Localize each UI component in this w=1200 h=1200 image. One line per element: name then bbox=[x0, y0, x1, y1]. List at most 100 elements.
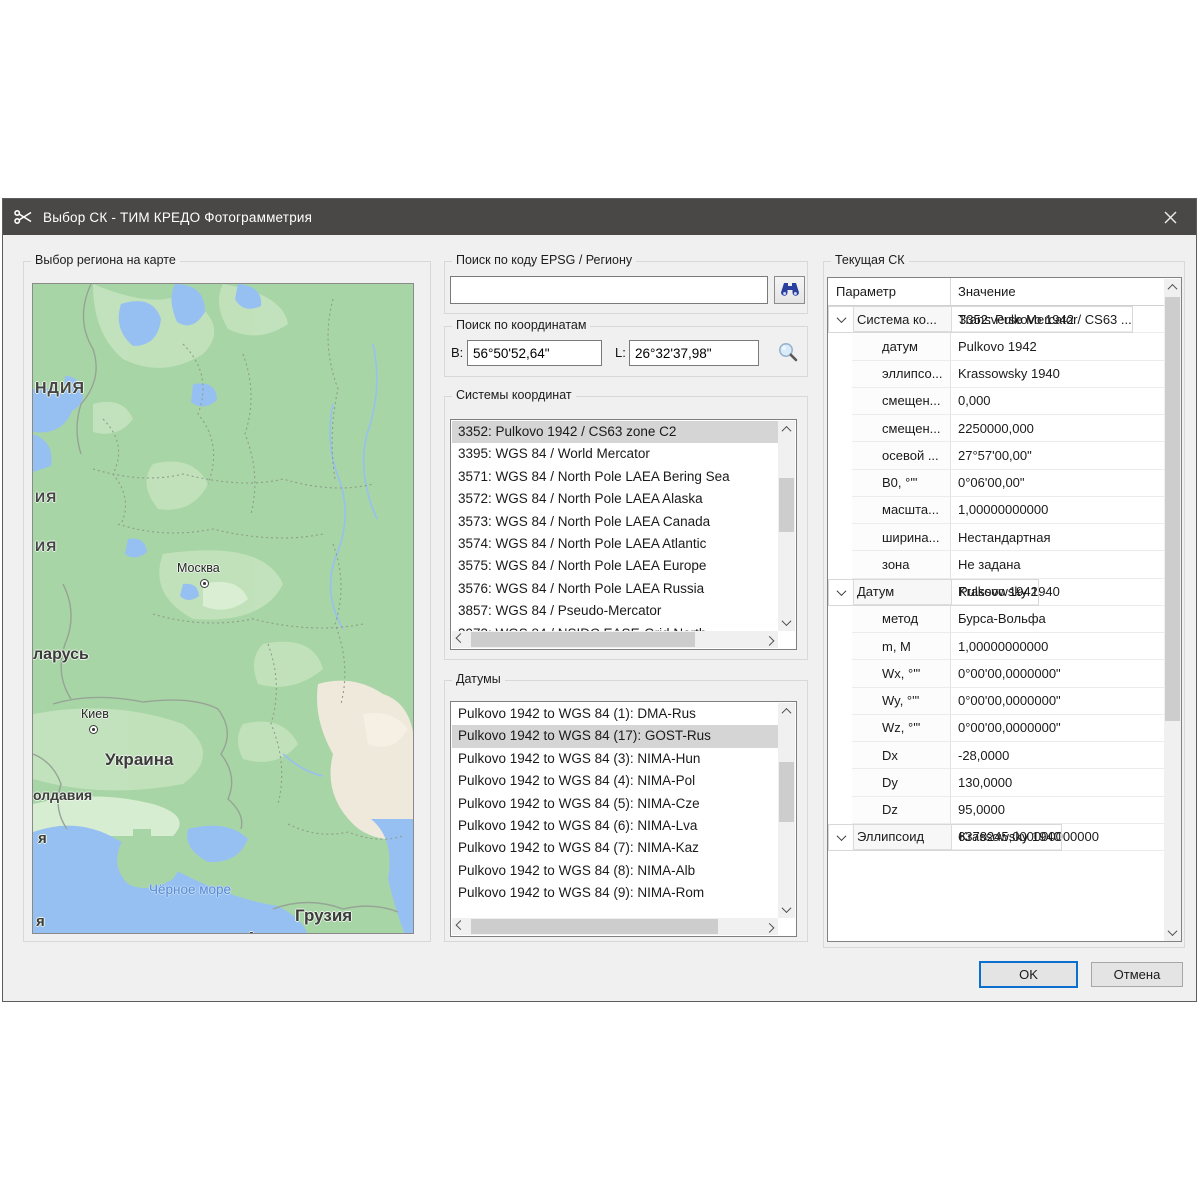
table-row[interactable]: осевой ...27°57'00,00" bbox=[828, 442, 1164, 469]
list-item[interactable]: Pulkovo 1942 to WGS 84 (1): DMA-Rus bbox=[452, 703, 778, 725]
table-row[interactable]: B0, °'"0°06'00,00" bbox=[828, 470, 1164, 497]
scroll-up-icon[interactable] bbox=[778, 421, 795, 438]
expander-chevron-icon[interactable] bbox=[829, 307, 853, 332]
list-item[interactable]: Pulkovo 1942 to WGS 84 (9): NIMA-Rom bbox=[452, 882, 778, 904]
coordinate-systems-list[interactable]: 3352: Pulkovo 1942 / CS63 zone C23395: W… bbox=[450, 419, 797, 650]
table-vscroll-thumb[interactable] bbox=[1165, 297, 1180, 721]
table-vscrollbar[interactable] bbox=[1164, 279, 1181, 941]
scroll-down-icon[interactable] bbox=[778, 614, 795, 631]
list-item[interactable]: Pulkovo 1942 to WGS 84 (8): NIMA-Alb bbox=[452, 860, 778, 882]
expander-spacer bbox=[828, 333, 852, 360]
scroll-down-icon[interactable] bbox=[778, 901, 795, 918]
table-row[interactable]: ДатумPulkovo 1942 bbox=[828, 579, 1039, 606]
list-item[interactable]: 3573: WGS 84 / North Pole LAEA Canada bbox=[452, 511, 778, 533]
table-row[interactable]: Wx, °'"0°00'00,0000000" bbox=[828, 660, 1164, 687]
list-item[interactable]: Pulkovo 1942 to WGS 84 (6): NIMA-Lva bbox=[452, 815, 778, 837]
expander-spacer bbox=[828, 415, 852, 442]
value-cell: Krassowsky 1940 bbox=[951, 361, 1164, 388]
table-row[interactable]: Wz, °'"0°00'00,0000000" bbox=[828, 715, 1164, 742]
map-label-belarus: ларусь bbox=[33, 646, 89, 664]
title-bar[interactable]: Выбор СК - ТИМ КРЕДО Фотограмметрия bbox=[3, 199, 1196, 235]
value-cell: 1,00000000000 bbox=[951, 633, 1164, 660]
cancel-button[interactable]: Отмена bbox=[1091, 962, 1183, 987]
value-cell: Бурса-Вольфа bbox=[951, 606, 1164, 633]
expander-chevron-icon[interactable] bbox=[829, 580, 853, 605]
scroll-right-icon[interactable] bbox=[761, 631, 778, 648]
scroll-right-icon[interactable] bbox=[761, 918, 778, 935]
list-item[interactable]: 3572: WGS 84 / North Pole LAEA Alaska bbox=[452, 488, 778, 510]
table-row[interactable]: масшта...1,00000000000 bbox=[828, 497, 1164, 524]
datums-hscroll-thumb[interactable] bbox=[471, 919, 718, 934]
table-row[interactable]: Dx-28,0000 bbox=[828, 742, 1164, 769]
param-cell: Dx bbox=[852, 742, 951, 769]
epsg-search-button[interactable] bbox=[774, 276, 805, 304]
list-item[interactable]: 3575: WGS 84 / North Pole LAEA Europe bbox=[452, 555, 778, 577]
table-row[interactable]: Wy, °'"0°00'00,0000000" bbox=[828, 688, 1164, 715]
list-item[interactable]: Pulkovo 1942 to WGS 84 (4): NIMA-Pol bbox=[452, 770, 778, 792]
expander-spacer bbox=[828, 551, 852, 578]
datums-vscroll-thumb[interactable] bbox=[779, 762, 794, 822]
table-row[interactable]: смещен...0,000 bbox=[828, 388, 1164, 415]
scroll-up-icon[interactable] bbox=[1164, 279, 1181, 296]
systems-hscrollbar[interactable] bbox=[452, 631, 778, 648]
list-item[interactable]: Pulkovo 1942 to WGS 84 (7): NIMA-Kaz bbox=[452, 837, 778, 859]
scroll-left-icon[interactable] bbox=[452, 631, 469, 648]
map-label-georgia: Грузия bbox=[295, 906, 352, 926]
list-item[interactable]: Pulkovo 1942 to WGS 84 (5): NIMA-Cze bbox=[452, 793, 778, 815]
list-item[interactable]: Pulkovo 1942 to WGS 84 (3): NIMA-Hun bbox=[452, 748, 778, 770]
table-row[interactable]: m, M1,00000000000 bbox=[828, 633, 1164, 660]
epsg-search-input[interactable] bbox=[450, 276, 768, 304]
param-column-header[interactable]: Параметр bbox=[828, 278, 951, 305]
scroll-up-icon[interactable] bbox=[778, 703, 795, 720]
datums-vscrollbar[interactable] bbox=[778, 703, 795, 918]
param-cell: Wz, °'" bbox=[852, 715, 951, 742]
ok-button[interactable]: OK bbox=[979, 961, 1078, 988]
b-coordinate-input[interactable] bbox=[467, 340, 602, 366]
coordinate-systems-label: Системы координат bbox=[452, 388, 576, 402]
table-row[interactable]: ширина...Нестандартная bbox=[828, 524, 1164, 551]
region-map[interactable]: НДИЯ ИЯ ИЯ Москва ларусь Киев Украина ол… bbox=[32, 283, 414, 934]
systems-hscroll-thumb[interactable] bbox=[471, 632, 695, 647]
table-row[interactable]: методБурса-Вольфа bbox=[828, 606, 1164, 633]
systems-list-rows: 3352: Pulkovo 1942 / CS63 zone C23395: W… bbox=[452, 421, 778, 631]
table-row[interactable]: смещен...2250000,000 bbox=[828, 415, 1164, 442]
list-item[interactable]: 3571: WGS 84 / North Pole LAEA Bering Se… bbox=[452, 466, 778, 488]
systems-vscroll-thumb[interactable] bbox=[779, 478, 794, 532]
b-field-label: B: bbox=[451, 345, 463, 360]
datums-hscrollbar[interactable] bbox=[452, 918, 778, 935]
list-item[interactable]: Pulkovo 1942 to WGS 84 (17): GOST-Rus bbox=[452, 725, 778, 747]
list-item[interactable]: 3857: WGS 84 / Pseudo-Mercator bbox=[452, 600, 778, 622]
kiev-marker bbox=[89, 725, 98, 734]
table-row[interactable]: ЭллипсоидKrassowsky 1940 bbox=[828, 824, 1062, 851]
value-column-header[interactable]: Значение bbox=[951, 278, 1164, 305]
moscow-marker bbox=[200, 579, 209, 588]
list-item-partial[interactable]: 3973: WGS 84 / NSIDC EASE-Grid North bbox=[452, 623, 778, 631]
table-row[interactable]: эллипсо...Krassowsky 1940 bbox=[828, 361, 1164, 388]
epsg-search-group: Поиск по коду EPSG / Региону bbox=[444, 261, 808, 314]
table-body: Система ко...3352: Pulkovo 1942 / CS63 .… bbox=[828, 306, 1164, 941]
scroll-down-icon[interactable] bbox=[1164, 924, 1181, 941]
table-row[interactable]: Система ко...3352: Pulkovo 1942 / CS63 .… bbox=[828, 306, 1133, 333]
list-item[interactable]: 3574: WGS 84 / North Pole LAEA Atlantic bbox=[452, 533, 778, 555]
datums-list[interactable]: Pulkovo 1942 to WGS 84 (1): DMA-RusPulko… bbox=[450, 701, 797, 937]
table-row[interactable]: Dy130,0000 bbox=[828, 769, 1164, 796]
systems-vscrollbar[interactable] bbox=[778, 421, 795, 631]
table-row[interactable]: датумPulkovo 1942 bbox=[828, 333, 1164, 360]
current-cs-table[interactable]: Параметр Значение Система ко...3352: Pul… bbox=[827, 277, 1182, 942]
app-icon bbox=[14, 209, 34, 225]
dialog-window: Выбор СК - ТИМ КРЕДО Фотограмметрия Выбо… bbox=[2, 198, 1197, 1002]
coord-search-button[interactable] bbox=[775, 339, 801, 365]
table-row[interactable]: Dz95,0000 bbox=[828, 797, 1164, 824]
map-label-ankara-partial: Анкара bbox=[246, 929, 299, 934]
magnifier-icon bbox=[777, 341, 799, 363]
value-cell: 0°00'00,0000000" bbox=[951, 660, 1164, 687]
datums-label: Датумы bbox=[452, 672, 505, 686]
list-item[interactable]: 3576: WGS 84 / North Pole LAEA Russia bbox=[452, 578, 778, 600]
table-row[interactable]: зонаНе задана bbox=[828, 551, 1164, 578]
scroll-left-icon[interactable] bbox=[452, 918, 469, 935]
l-coordinate-input[interactable] bbox=[629, 340, 759, 366]
close-button[interactable] bbox=[1144, 199, 1196, 235]
list-item[interactable]: 3395: WGS 84 / World Mercator bbox=[452, 443, 778, 465]
expander-chevron-icon[interactable] bbox=[829, 825, 853, 850]
list-item[interactable]: 3352: Pulkovo 1942 / CS63 zone C2 bbox=[452, 421, 778, 443]
